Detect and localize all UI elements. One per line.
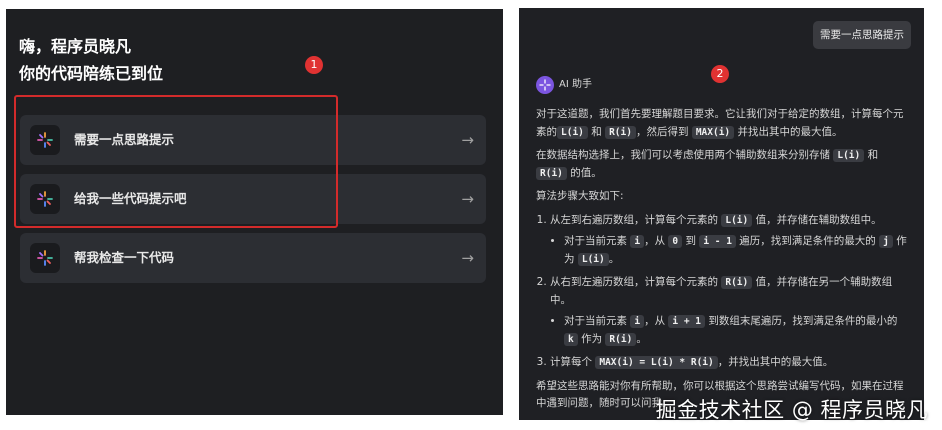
arrow-right-icon: → <box>461 190 474 208</box>
arrow-right-icon: → <box>461 249 474 267</box>
user-message-bubble: 需要一点思路提示 <box>813 21 911 49</box>
list-item: 对于当前元素 i，从 i + 1 到数组末尾遍历，找到满足条件的最小的 k 作为… <box>564 313 908 348</box>
list-item: 从右到左遍历数组，计算每个元素的 R(i) 值，并存储在另一个辅助数组中。 对于… <box>550 274 908 348</box>
assistant-answer: 对于这道题，我们首先要理解题目要求。它让我们对于给定的数组，计算每个元素的 L(i… <box>536 106 908 419</box>
chat-conversation-panel: 需要一点思路提示 2 AI 助手 对于这道题，我们首先要理解题目要求。它让我们对… <box>519 8 924 420</box>
chat-welcome-panel: 嗨，程序员晓凡 你的代码陪练已到位 1 需要一点思路提示 → 给我一些代码提示吧… <box>6 9 503 415</box>
steps-list: 从左到右遍历数组，计算每个元素的 L(i) 值，并存储在辅助数组中。 对于当前元… <box>550 212 908 372</box>
assistant-avatar-icon <box>536 76 554 94</box>
answer-paragraph: 在数据结构选择上，我们可以考虑使用两个辅助数组来分别存储 L(i) 和 R(i)… <box>536 149 879 180</box>
option-label: 帮我检查一下代码 <box>74 250 175 265</box>
greeting-line-1: 嗨，程序员晓凡 <box>19 37 132 56</box>
list-item: 对于当前元素 i，从 0 到 i - 1 遍历，找到满足条件的最大的 j 作为 … <box>564 233 908 268</box>
answer-paragraph: 对于这道题，我们首先要理解题目要求。它让我们对于给定的数组，计算每个元素的 L(i… <box>536 108 904 139</box>
list-item: 从左到右遍历数组，计算每个元素的 L(i) 值，并存储在辅助数组中。 对于当前元… <box>550 212 908 269</box>
option-check-code[interactable]: 帮我检查一下代码 → <box>20 233 486 283</box>
sparkle-icon <box>30 243 60 273</box>
watermark: 掘金技术社区 @ 程序员晓凡 <box>655 398 928 422</box>
annotation-marker-2: 2 <box>711 65 729 83</box>
highlight-box <box>14 95 338 228</box>
greeting-line-2: 你的代码陪练已到位 <box>19 64 164 83</box>
list-item: 计算每个 MAX(i) = L(i) * R(i)，并找出其中的最大值。 <box>550 354 908 372</box>
answer-paragraph: 算法步骤大致如下: <box>536 190 624 202</box>
greeting: 嗨，程序员晓凡 你的代码陪练已到位 <box>19 33 163 87</box>
assistant-name: AI 助手 <box>559 79 592 90</box>
annotation-marker-1: 1 <box>305 56 323 74</box>
arrow-right-icon: → <box>461 131 474 149</box>
